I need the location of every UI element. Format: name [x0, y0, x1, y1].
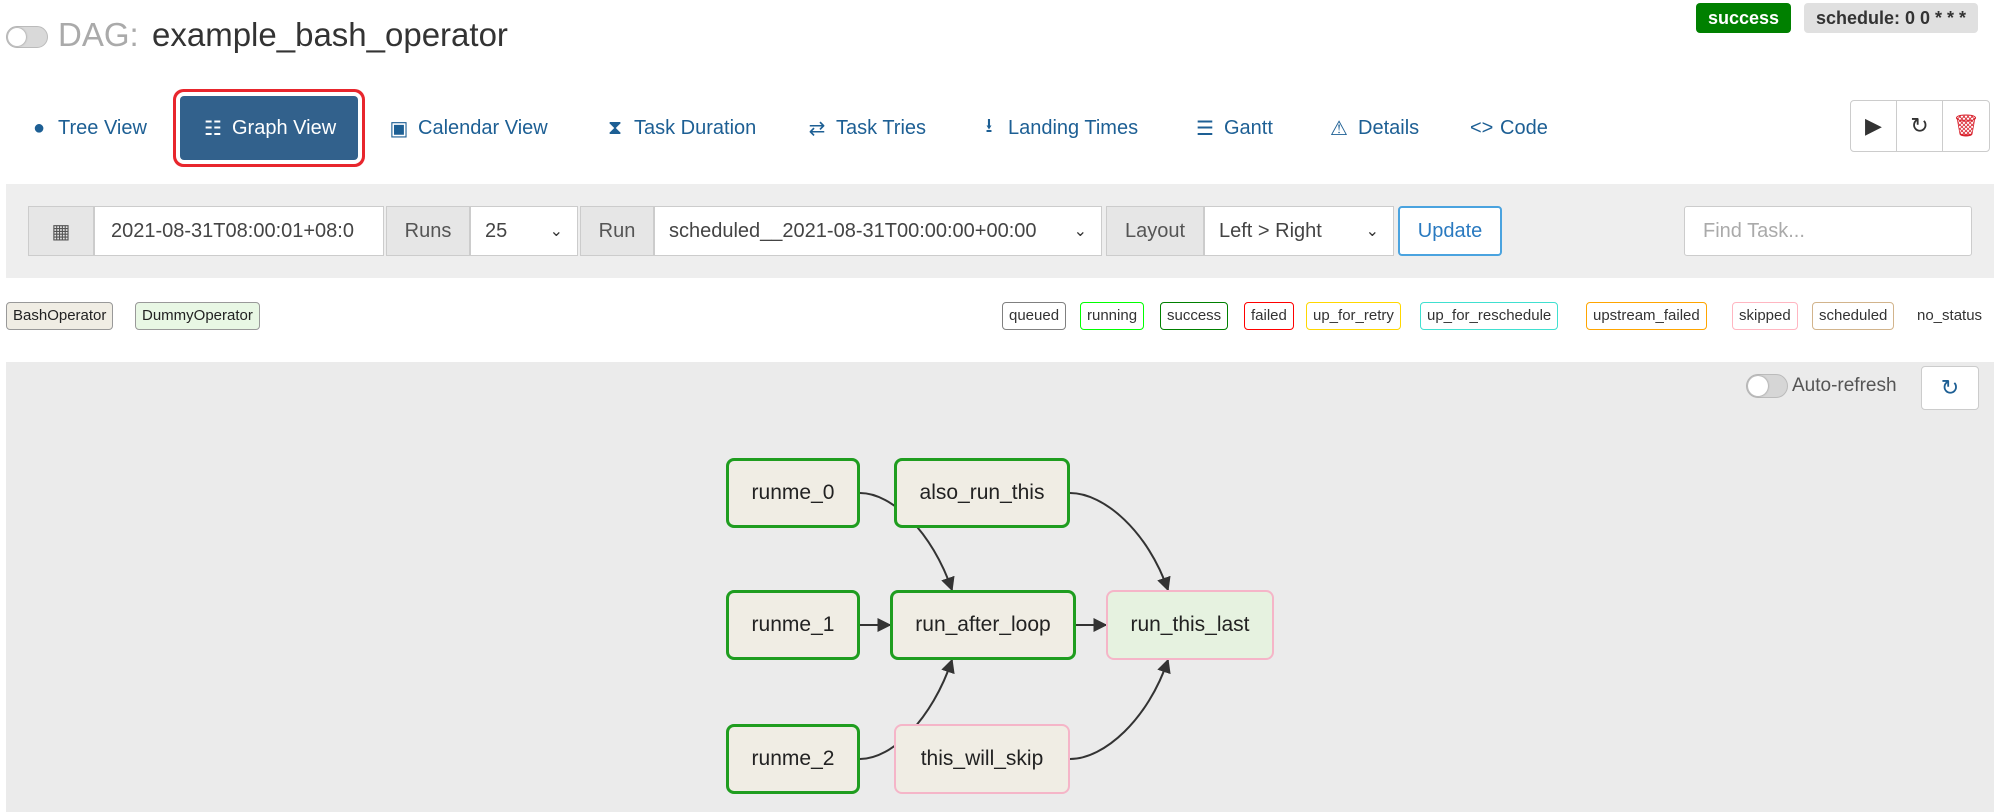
chevron-down-icon: ⌄: [549, 223, 563, 240]
state-legend-up-for-retry[interactable]: up_for_retry: [1306, 302, 1401, 330]
task-node-runme-2[interactable]: runme_2: [726, 724, 860, 794]
chevron-down-icon: ⌄: [1073, 223, 1087, 240]
graph-icon: ☷: [204, 117, 222, 140]
state-legend-running[interactable]: running: [1080, 302, 1145, 330]
state-legend-failed[interactable]: failed: [1244, 302, 1294, 330]
state-legend-up-for-reschedule[interactable]: up_for_reschedule: [1420, 302, 1559, 330]
retry-icon: ⇄: [808, 117, 826, 140]
hourglass-icon: ⧗: [607, 116, 623, 139]
run-select[interactable]: scheduled__2021-08-31T00:00:00+00:00 ⌄: [654, 206, 1102, 256]
base-date-calendar-button[interactable]: ▦: [28, 206, 94, 256]
state-legend-no-status[interactable]: no_status: [1910, 302, 1989, 330]
dag-actions: ▶ ↻ 🗑: [1850, 100, 1990, 152]
layout-select[interactable]: Left > Right ⌄: [1204, 206, 1394, 256]
base-date-input[interactable]: 2021-08-31T08:00:01+08:0: [94, 206, 384, 256]
calendar-icon: ▦: [51, 220, 71, 243]
nav-calendar-view[interactable]: ▣ Calendar View: [388, 96, 548, 160]
task-node-label: runme_1: [751, 613, 835, 636]
legend-row: BashOperator DummyOperator queued runnin…: [0, 300, 2000, 336]
task-node-label: also_run_this: [919, 481, 1045, 504]
nav-tree-view[interactable]: ● Tree View: [28, 96, 147, 160]
task-node-label: run_after_loop: [915, 613, 1051, 636]
run-value: scheduled__2021-08-31T00:00:00+00:00: [669, 219, 1037, 242]
chevron-down-icon: ⌄: [1365, 223, 1379, 240]
nav-label: Landing Times: [1008, 116, 1139, 139]
nav-label: Calendar View: [418, 116, 548, 139]
refresh-icon: ↻: [1910, 113, 1929, 138]
nav-gantt[interactable]: ☰ Gantt: [1194, 96, 1273, 160]
graph-filter-bar: ▦ 2021-08-31T08:00:01+08:0 Runs 25 ⌄ Run …: [6, 184, 1994, 278]
dag-status-badge: success: [1696, 3, 1792, 33]
nav-graph-view[interactable]: ☷ Graph View: [180, 96, 359, 160]
nav-label: Task Duration: [634, 116, 757, 139]
task-node-label: run_this_last: [1130, 613, 1250, 636]
runs-label: Runs: [386, 206, 470, 256]
task-node-label: this_will_skip: [920, 747, 1044, 770]
toggle-knob: [8, 28, 26, 46]
task-node-also-run-this[interactable]: also_run_this: [894, 458, 1070, 528]
nav-details[interactable]: ⚠ Details: [1328, 96, 1419, 160]
nav-label: Gantt: [1224, 116, 1273, 139]
operator-legend-dummy: DummyOperator: [135, 302, 260, 330]
layout-value: Left > Right: [1219, 219, 1322, 242]
state-legend-upstream-failed[interactable]: upstream_failed: [1586, 302, 1707, 330]
state-legend-scheduled[interactable]: scheduled: [1812, 302, 1895, 330]
nav-task-tries[interactable]: ⇄ Task Tries: [806, 96, 926, 160]
task-node-runme-1[interactable]: runme_1: [726, 590, 860, 660]
task-node-run-after-loop[interactable]: run_after_loop: [890, 590, 1076, 660]
dag-name: example_bash_operator: [152, 16, 508, 53]
update-button[interactable]: Update: [1398, 206, 1502, 256]
runs-select[interactable]: 25 ⌄: [470, 206, 578, 256]
delete-icon: 🗑: [1952, 113, 1980, 138]
nav-label: Tree View: [58, 116, 147, 139]
nav-label: Code: [1500, 116, 1548, 139]
trigger-dag-button[interactable]: ▶: [1851, 101, 1897, 151]
dag-pause-toggle[interactable]: [6, 26, 48, 48]
graph-edge-this_will_skip-to-run_this_last: [1069, 658, 1171, 760]
state-legend-success[interactable]: success: [1160, 302, 1229, 330]
nav-label: Task Tries: [836, 116, 927, 139]
task-node-run-this-last[interactable]: run_this_last: [1106, 590, 1274, 660]
task-node-this-will-skip[interactable]: this_will_skip: [894, 724, 1070, 794]
nav-landing-times[interactable]: ⭳ Landing Times: [978, 96, 1139, 160]
operator-legend-bash: BashOperator: [6, 302, 114, 330]
task-node-label: runme_0: [751, 481, 835, 504]
graph-edge-also_run_this-to-run_this_last: [1069, 492, 1171, 592]
dag-header: DAG: example_bash_operator success sched…: [0, 0, 2000, 80]
task-node-runme-0[interactable]: runme_0: [726, 458, 860, 528]
state-legend-skipped[interactable]: skipped: [1732, 302, 1798, 330]
dag-graph-canvas[interactable]: Auto-refresh ↻ runme_0 also_run_this run…: [6, 362, 1994, 812]
calendar-icon: ▣: [389, 117, 409, 140]
state-legend-queued[interactable]: queued: [1002, 302, 1067, 330]
nav-label: Graph View: [232, 116, 337, 139]
nav-task-duration[interactable]: ⧗ Task Duration: [604, 96, 756, 160]
tree-icon: ●: [32, 116, 46, 139]
nav-label: Details: [1358, 116, 1420, 139]
task-node-label: runme_2: [751, 747, 835, 770]
nav-code[interactable]: <> Code: [1470, 96, 1548, 160]
runs-value: 25: [485, 219, 508, 242]
find-task-input[interactable]: Find Task...: [1684, 206, 1972, 256]
schedule-badge: schedule: 0 0 * * *: [1804, 3, 1979, 33]
code-icon: <>: [1470, 116, 1494, 139]
play-icon: ▶: [1865, 113, 1882, 138]
warning-icon: ⚠: [1330, 117, 1348, 140]
layout-label: Layout: [1106, 206, 1204, 256]
gantt-icon: ☰: [1196, 117, 1214, 140]
dag-label: DAG:: [58, 16, 139, 53]
run-label: Run: [580, 206, 654, 256]
landing-icon: ⭳: [985, 115, 993, 137]
delete-dag-button[interactable]: 🗑: [1943, 101, 1989, 151]
refresh-dag-button[interactable]: ↻: [1897, 101, 1943, 151]
